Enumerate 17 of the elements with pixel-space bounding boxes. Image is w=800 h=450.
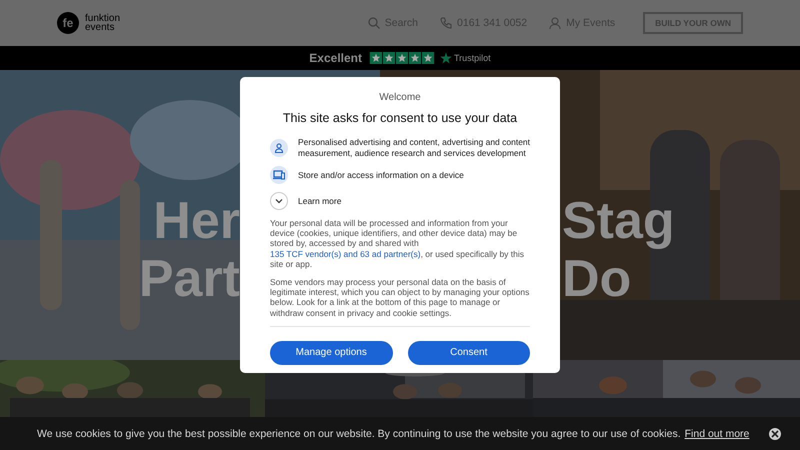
star-icon (396, 52, 408, 64)
search-icon (368, 17, 380, 29)
star-icon (422, 52, 434, 64)
cookie-notice: We use cookies to give you the best possible experience on our website. By continuing to use the website you agree to our use of cookies. (37, 428, 681, 440)
phone-icon (440, 17, 452, 29)
trustpilot-logo[interactable]: Trustpilot (454, 53, 491, 63)
logo-text[interactable]: events (85, 23, 120, 32)
find-out-more-link[interactable]: Find out more (684, 428, 750, 440)
rating-label: Excellent (309, 51, 362, 65)
logo-mark[interactable]: fe (57, 12, 79, 34)
logo-text[interactable]: funktion (85, 14, 120, 23)
user-icon (549, 17, 562, 29)
close-icon[interactable] (769, 428, 782, 440)
star-icon (370, 52, 382, 64)
star-icon (383, 52, 395, 64)
star-icon (440, 52, 452, 64)
star-icon (409, 52, 421, 64)
